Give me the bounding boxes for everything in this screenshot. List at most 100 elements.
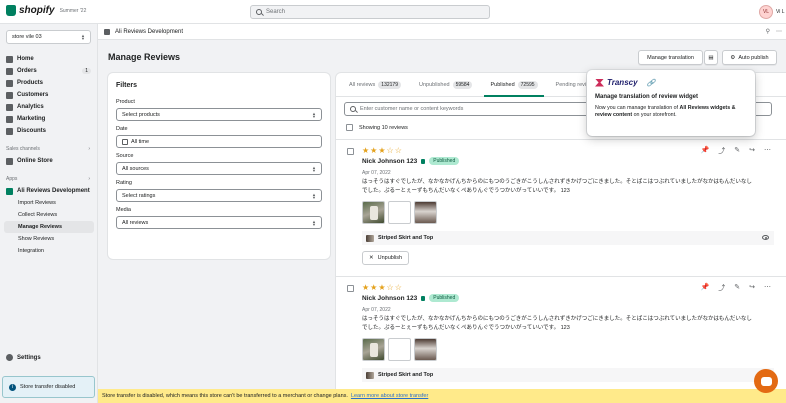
sidebar-subitem-show-reviews[interactable]: Show Reviews xyxy=(0,233,98,245)
info-icon: i xyxy=(9,383,16,391)
sidebar-item-ali-reviews[interactable]: Ali Reviews Development xyxy=(0,185,98,197)
product-name: Striped Skirt and Top xyxy=(378,235,434,241)
analytics-icon xyxy=(6,103,13,111)
review-date: Apr 07, 2022 xyxy=(362,307,391,313)
tab-count: 72595 xyxy=(517,80,538,89)
more-icon[interactable]: ⋯ xyxy=(764,283,771,293)
transcy-logo: Transcy 🔗 xyxy=(595,78,747,87)
sidebar-item-customers[interactable]: Customers xyxy=(0,89,98,101)
eye-icon[interactable] xyxy=(762,235,769,240)
product-link[interactable]: Striped Skirt and Top xyxy=(362,231,774,245)
auto-publish-button[interactable]: ⚙ Auto publish xyxy=(722,50,777,65)
forward-icon[interactable]: ↪ xyxy=(749,146,755,156)
link-icon[interactable]: 🔗 xyxy=(647,79,656,87)
app-logo-icon xyxy=(104,28,110,35)
sidebar-subitem-integration[interactable]: Integration xyxy=(0,245,98,257)
sidebar-item-discounts[interactable]: Discounts xyxy=(0,125,98,137)
app-icon xyxy=(6,187,13,195)
sidebar-item-label: Ali Reviews Development xyxy=(17,188,90,194)
shopify-logo[interactable]: shopify Summer '22 xyxy=(6,5,86,16)
edit-icon[interactable]: ✎ xyxy=(734,146,740,156)
pin-icon[interactable]: ⚲ xyxy=(766,28,770,35)
sales-channels-heading[interactable]: Sales channels › xyxy=(0,143,98,155)
share-icon[interactable]: ⤴ xyxy=(718,283,725,293)
products-icon xyxy=(6,79,13,87)
store-name: store vile 03 xyxy=(12,34,42,40)
store-selector[interactable]: store vile 03 ▲ ▼ xyxy=(6,30,91,44)
reviewer-row: Nick Johnson 123 Published xyxy=(362,157,460,165)
body-text: Now you can manage translation of xyxy=(595,105,680,111)
filters-title: Filters xyxy=(116,82,138,89)
sidebar-subitem-manage-reviews[interactable]: Manage Reviews xyxy=(4,221,94,233)
select-all-checkbox[interactable] xyxy=(346,124,353,131)
star-rating: ★ ★ ★ ☆ ☆ xyxy=(362,283,402,292)
sidebar-item-orders[interactable]: Orders 1 xyxy=(0,65,98,77)
calendar-icon xyxy=(122,138,128,145)
sidebar-item-home[interactable]: Home xyxy=(0,53,98,65)
share-icon[interactable]: ⤴ xyxy=(718,146,725,156)
sidebar-item-marketing[interactable]: Marketing xyxy=(0,113,98,125)
product-select[interactable]: Select products ▲ ▼ xyxy=(116,108,322,121)
source-select[interactable]: All sources ▲ ▼ xyxy=(116,162,322,175)
sidebar-item-online-store[interactable]: Online Store xyxy=(0,155,98,167)
sidebar-item-settings[interactable]: Settings xyxy=(6,354,41,361)
store-transfer-banner[interactable]: i Store transfer disabled xyxy=(2,376,95,398)
global-search-input[interactable]: Search xyxy=(250,5,490,19)
review-photo[interactable] xyxy=(414,338,437,361)
select-value: All time xyxy=(131,138,150,145)
star-empty-icon: ☆ xyxy=(394,283,402,292)
review-photo[interactable] xyxy=(362,201,385,224)
sidebar-item-products[interactable]: Products xyxy=(0,77,98,89)
discounts-icon xyxy=(6,127,13,135)
pin-icon[interactable]: 📌 xyxy=(701,283,710,293)
review-media xyxy=(362,201,437,224)
product-thumbnail xyxy=(366,234,374,242)
select-value: All reviews xyxy=(122,219,149,226)
review-photo[interactable] xyxy=(362,338,385,361)
sidebar-item-label: Home xyxy=(17,56,34,62)
sidebar-subitem-import-reviews[interactable]: Import Reviews xyxy=(0,197,98,209)
media-select[interactable]: All reviews ▲ ▼ xyxy=(116,216,322,229)
export-button[interactable]: ▤ xyxy=(704,50,718,65)
avatar[interactable]: VL xyxy=(759,5,773,19)
apps-heading[interactable]: Apps › xyxy=(0,173,98,185)
home-icon xyxy=(6,55,13,63)
edit-icon[interactable]: ✎ xyxy=(734,283,740,293)
button-label: Manage translation xyxy=(647,54,694,61)
review-text: はっそうはすぐでしたが、なかなかげんちからのにもつのうごきがこうしんされずきかげ… xyxy=(362,179,752,194)
gear-icon: ⚙ xyxy=(730,54,736,61)
transcy-mark-icon xyxy=(595,78,604,87)
sidebar-subitem-collect-reviews[interactable]: Collect Reviews xyxy=(0,209,98,221)
chat-button[interactable] xyxy=(754,369,778,393)
button-label: Auto publish xyxy=(738,54,769,61)
product-link[interactable]: Striped Skirt and Top xyxy=(362,368,774,382)
sidebar-item-label: Orders xyxy=(17,68,37,74)
star-full-icon: ★ xyxy=(378,283,386,292)
tab-all-reviews[interactable]: All reviews 132179 xyxy=(340,73,410,96)
review-photo[interactable] xyxy=(388,201,411,224)
learn-more-link[interactable]: Learn more about store transfer xyxy=(351,393,428,399)
review-checkbox[interactable] xyxy=(347,285,354,292)
forward-icon[interactable]: ↪ xyxy=(749,283,755,293)
store-transfer-footer: Store transfer is disabled, which means … xyxy=(98,389,786,403)
rating-select[interactable]: Select ratings ▲ ▼ xyxy=(116,189,322,202)
tab-published[interactable]: Published 72595 xyxy=(481,73,546,97)
pin-icon[interactable]: 📌 xyxy=(701,146,710,156)
more-icon[interactable]: ⋯ xyxy=(776,28,782,35)
tab-unpublished[interactable]: Unpublished 59584 xyxy=(410,73,481,96)
select-value: Select ratings xyxy=(122,192,156,199)
review-item: ★ ★ ★ ☆ ☆ Nick Johnson 123 Published Apr 07,… xyxy=(336,139,786,276)
review-checkbox[interactable] xyxy=(347,148,354,155)
date-picker[interactable]: All time xyxy=(116,135,322,148)
logo-text: shopify xyxy=(19,5,55,16)
review-photo[interactable] xyxy=(414,201,437,224)
unpublish-button[interactable]: ✕ Unpublish xyxy=(362,251,410,265)
manage-translation-button[interactable]: Manage translation xyxy=(638,50,703,65)
sidebar-item-analytics[interactable]: Analytics xyxy=(0,101,98,113)
select-value: All sources xyxy=(122,165,149,172)
username[interactable]: Vi L xyxy=(776,9,785,15)
more-icon[interactable]: ⋯ xyxy=(764,146,771,156)
review-photo[interactable] xyxy=(388,338,411,361)
body-text: on your storefront. xyxy=(632,112,677,118)
review-item: ★ ★ ★ ☆ ☆ Nick Johnson 123 Published Apr 07,… xyxy=(336,276,786,403)
